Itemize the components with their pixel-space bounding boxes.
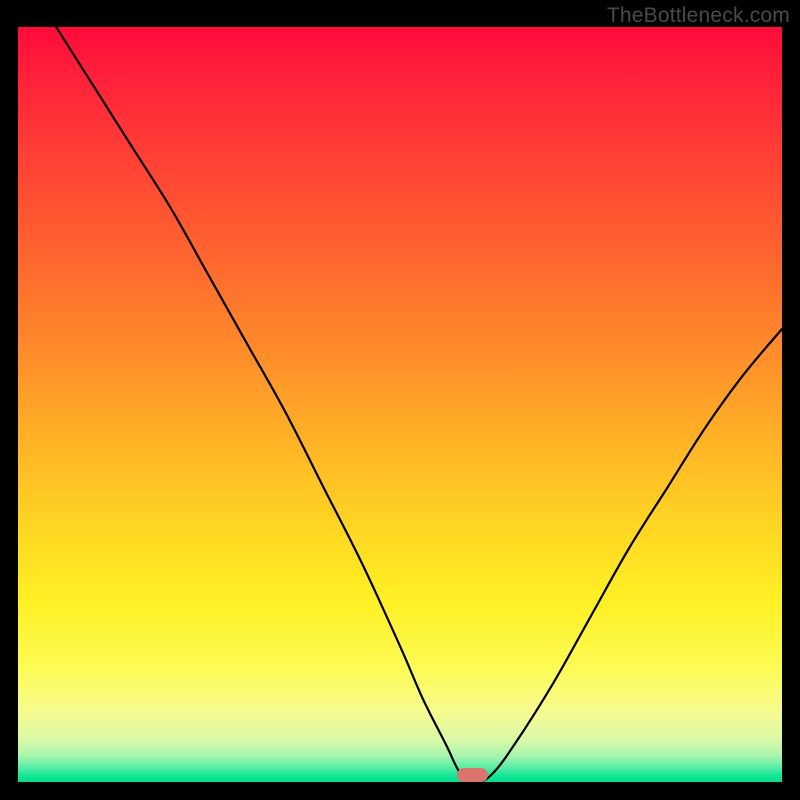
bottleneck-curve <box>18 27 782 782</box>
chart-frame: TheBottleneck.com <box>0 0 800 800</box>
watermark-text: TheBottleneck.com <box>607 4 790 28</box>
plot-area <box>18 27 782 782</box>
min-marker <box>457 768 488 782</box>
